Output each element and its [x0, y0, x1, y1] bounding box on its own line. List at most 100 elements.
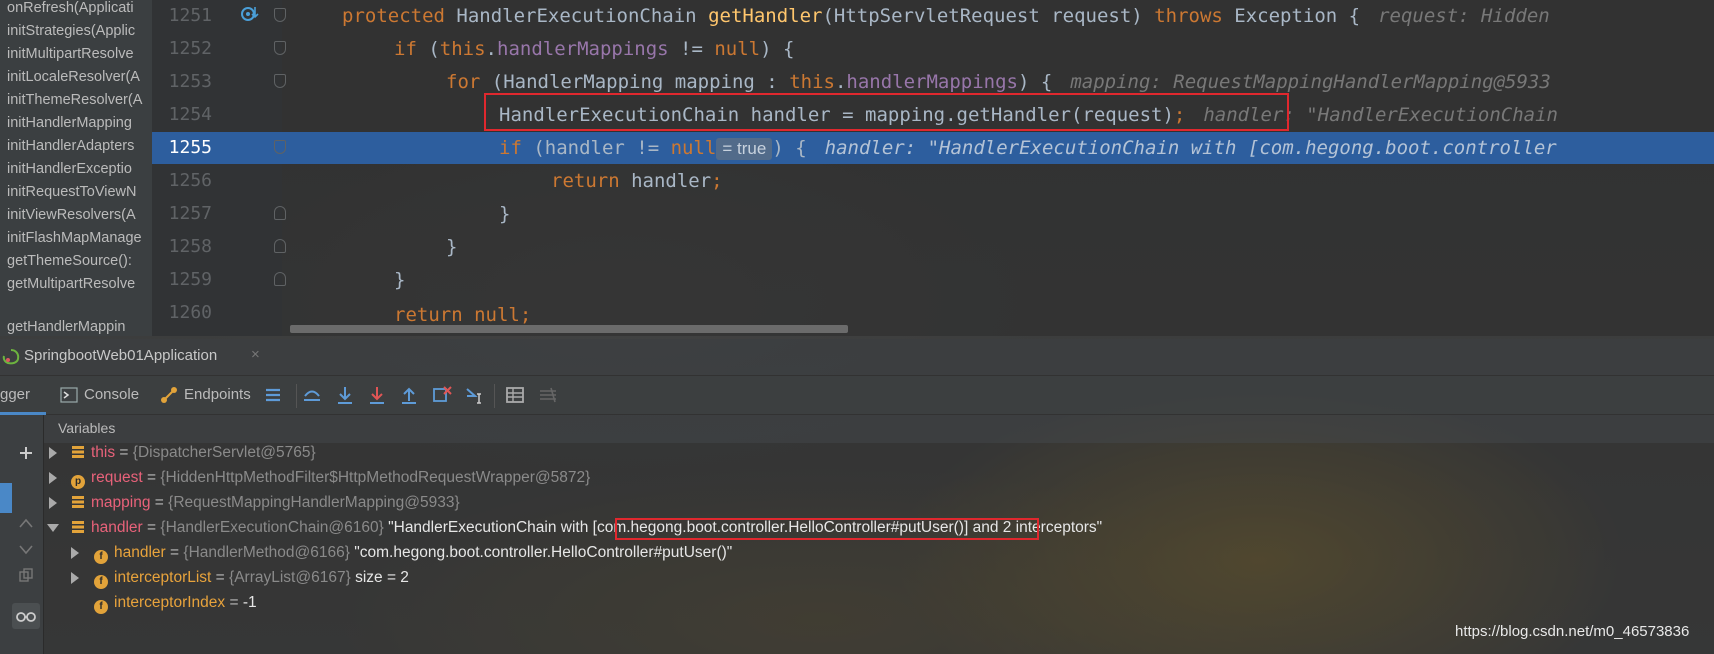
run-to-cursor-icon[interactable]	[464, 384, 486, 406]
line-number: 1260	[168, 302, 212, 323]
expand-arrow-icon[interactable]	[71, 572, 79, 584]
code-token: handlerMappings	[497, 38, 669, 60]
variable-row[interactable]: this = {DispatcherServlet@5765}	[71, 440, 316, 465]
spring-boot-icon	[2, 349, 20, 365]
variable-equals: =	[150, 494, 169, 511]
fold-marker-icon[interactable]	[274, 41, 286, 55]
code-token: Exception {	[1234, 5, 1361, 27]
tab-console[interactable]: Console	[84, 386, 139, 403]
variable-row[interactable]: f interceptorIndex = -1	[94, 590, 257, 615]
force-step-into-icon[interactable]	[398, 384, 420, 406]
frames-selection-indicator	[0, 483, 12, 513]
code-token: ) {	[1018, 71, 1053, 93]
fold-marker-icon[interactable]	[274, 239, 286, 253]
add-watch-icon[interactable]	[18, 445, 34, 461]
variable-name: interceptorIndex	[114, 594, 226, 611]
variables-title: Variables	[58, 420, 116, 436]
close-icon[interactable]: ×	[251, 346, 260, 363]
expand-arrow-icon[interactable]	[49, 472, 57, 484]
structure-item[interactable]: initLocaleResolver(A	[7, 65, 152, 89]
variable-row[interactable]: f interceptorList = {ArrayList@6167} size…	[94, 565, 409, 590]
toolbar-separator	[494, 384, 495, 408]
variable-value: "com.hegong.boot.controller.HelloControl…	[349, 544, 733, 561]
variable-value: size = 2	[350, 569, 409, 586]
tab-debugger[interactable]: gger	[0, 386, 30, 403]
line-number: 1258	[168, 236, 212, 257]
field-list-icon	[72, 521, 84, 533]
code-token: null	[714, 38, 761, 60]
code-line-1255: if (handler != null = true) {handler: "Ha…	[499, 132, 1714, 164]
code-line-1251: protected HandlerExecutionChain getHandl…	[342, 0, 1714, 32]
code-token: handlerMappings	[846, 71, 1018, 93]
variable-name: handler	[114, 544, 166, 561]
variable-name: mapping	[91, 494, 151, 511]
structure-panel: onRefresh(Applicati initStrategies(Appli…	[0, 0, 152, 336]
step-over-icon[interactable]	[334, 384, 356, 406]
horizontal-scrollbar[interactable]	[290, 325, 848, 333]
move-up-icon[interactable]	[18, 517, 34, 529]
line-number: 1259	[168, 269, 212, 290]
field-icon: f	[94, 575, 108, 589]
variable-row[interactable]: mapping = {RequestMappingHandlerMapping@…	[71, 490, 460, 515]
line-number: 1253	[168, 71, 212, 92]
evaluate-expression-icon[interactable]	[504, 384, 526, 406]
run-configuration-tab-bar: SpringbootWeb01Application ×	[0, 339, 1714, 375]
drop-frame-icon[interactable]	[431, 384, 453, 406]
code-token: for	[446, 71, 492, 93]
fold-marker-icon[interactable]	[274, 8, 286, 22]
structure-item[interactable]: initViewResolvers(A	[7, 203, 152, 227]
structure-item[interactable]: initStrategies(Applic	[7, 19, 152, 43]
code-line-1257: }	[499, 198, 1714, 230]
show-watches-toggle[interactable]	[12, 603, 40, 629]
field-icon: f	[94, 600, 108, 614]
inline-debug-hint: mapping: RequestMappingHandlerMapping@59…	[1070, 71, 1551, 93]
structure-item[interactable]: initThemeResolver(A	[7, 88, 152, 112]
tab-endpoints[interactable]: Endpoints	[184, 386, 251, 403]
fold-marker-icon[interactable]	[274, 272, 286, 286]
structure-item[interactable]: initHandlerExceptio	[7, 157, 152, 181]
structure-item[interactable]: getThemeSource():	[7, 249, 152, 273]
code-token: ) {	[772, 137, 807, 159]
code-line-1259: }	[394, 264, 1714, 296]
trace-current-stream-icon[interactable]	[537, 384, 559, 406]
expand-arrow-icon[interactable]	[49, 497, 57, 509]
show-execution-point-icon[interactable]	[301, 384, 323, 406]
fold-marker-icon[interactable]	[274, 206, 286, 220]
menu-icon[interactable]	[262, 384, 284, 406]
method-breakpoint-icon[interactable]	[240, 4, 260, 24]
run-config-name[interactable]: SpringbootWeb01Application	[24, 347, 217, 364]
annotation-highlight-box	[484, 93, 1289, 131]
code-token: .	[834, 71, 847, 93]
expand-arrow-icon[interactable]	[71, 547, 79, 559]
step-into-icon[interactable]	[366, 384, 388, 406]
toolbar-separator	[296, 384, 297, 408]
structure-item[interactable]: initMultipartResolve	[7, 42, 152, 66]
variable-name: handler	[91, 519, 143, 536]
structure-item[interactable]: initRequestToViewN	[7, 180, 152, 204]
line-number: 1257	[168, 203, 212, 224]
copy-icon[interactable]	[18, 567, 34, 583]
code-line-1258: }	[446, 231, 1714, 263]
field-list-icon	[72, 496, 84, 508]
code-token: null	[474, 304, 520, 326]
structure-item[interactable]: onRefresh(Applicati	[7, 0, 152, 20]
variable-type: {HandlerMethod@6166}	[183, 544, 350, 561]
structure-item[interactable]: initHandlerMapping	[7, 111, 152, 135]
structure-item[interactable]: initHandlerAdapters	[7, 134, 152, 158]
structure-item[interactable]: getMultipartResolve	[7, 272, 152, 296]
move-down-icon[interactable]	[18, 543, 34, 555]
code-token: (handler !=	[533, 137, 671, 159]
variable-equals: =	[225, 594, 243, 611]
variable-equals: =	[115, 444, 133, 461]
structure-item[interactable]: getHandlerMappin	[7, 318, 152, 336]
fold-marker-icon[interactable]	[274, 74, 286, 88]
variable-row[interactable]: p request = {HiddenHttpMethodFilter$HttpM…	[71, 465, 590, 490]
variable-name: this	[91, 444, 116, 461]
debug-side-toolbar	[0, 415, 44, 654]
fold-marker-icon[interactable]	[274, 140, 286, 154]
code-token: if	[499, 137, 534, 159]
structure-item[interactable]: initFlashMapManage	[7, 226, 152, 250]
collapse-arrow-icon[interactable]	[47, 524, 59, 532]
expand-arrow-icon[interactable]	[49, 447, 57, 459]
variable-row[interactable]: f handler = {HandlerMethod@6166} "com.heg…	[94, 540, 732, 565]
